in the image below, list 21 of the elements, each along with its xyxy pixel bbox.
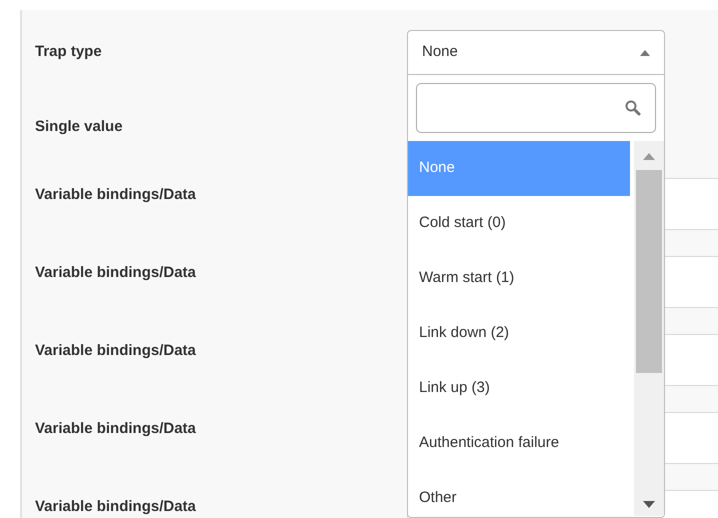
field-label: Trap type: [35, 42, 103, 62]
scrollbar-thumb[interactable]: [636, 170, 662, 373]
select-field[interactable]: None: [407, 30, 665, 75]
scrollbar[interactable]: [634, 141, 664, 516]
field-label: Variable bindings/Data: [35, 419, 197, 439]
field-label: Variable bindings/Data: [35, 497, 197, 517]
dropdown-option[interactable]: Link down (2): [408, 306, 630, 361]
dropdown-option[interactable]: Other: [408, 471, 630, 518]
field-label: Single value: [35, 117, 124, 138]
caret-up-icon: [640, 50, 650, 56]
search-icon: [625, 100, 641, 116]
dropdown-option[interactable]: Link up (3): [408, 361, 630, 416]
field-label: Variable bindings/Data: [35, 185, 197, 205]
dropdown-option[interactable]: Authentication failure: [408, 416, 630, 471]
search-field[interactable]: [416, 83, 656, 133]
scroll-down-icon: [643, 501, 655, 508]
scroll-up-icon: [643, 153, 655, 160]
dropdown-option[interactable]: Cold start (0): [408, 196, 630, 251]
field-label: Variable bindings/Data: [35, 341, 197, 361]
dropdown-option[interactable]: Warm start (1): [408, 251, 630, 306]
field-label: Variable bindings/Data: [35, 263, 197, 283]
